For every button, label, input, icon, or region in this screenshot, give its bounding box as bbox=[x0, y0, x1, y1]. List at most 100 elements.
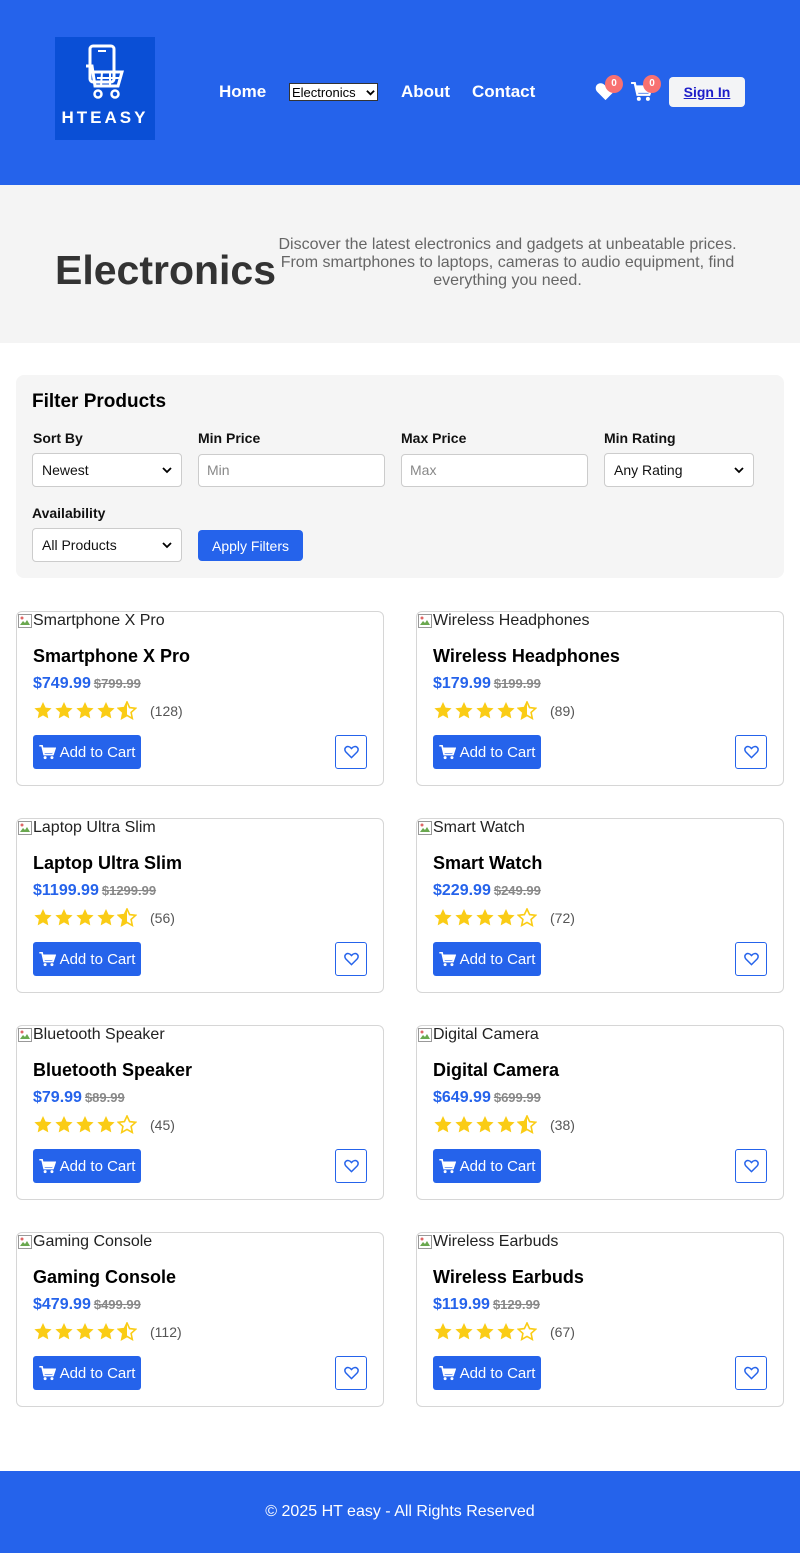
add-to-cart-label: Add to Cart bbox=[459, 950, 536, 968]
product-image-alt: Wireless Earbuds bbox=[433, 1233, 559, 1250]
product-price: $179.99 $199.99 bbox=[433, 675, 541, 693]
add-to-cart-button[interactable]: Add to Cart bbox=[33, 942, 141, 976]
product-title[interactable]: Laptop Ultra Slim bbox=[33, 853, 182, 874]
product-title[interactable]: Gaming Console bbox=[33, 1267, 176, 1288]
product-image-alt: Smartphone X Pro bbox=[33, 612, 165, 629]
star-icon bbox=[434, 702, 452, 719]
product-image[interactable]: Wireless Headphones bbox=[417, 612, 590, 630]
heart-outline-icon bbox=[343, 952, 359, 966]
add-to-wishlist-button[interactable] bbox=[735, 1149, 767, 1183]
star-icon bbox=[34, 909, 52, 926]
product-card[interactable]: Smart Watch Smart Watch $229.99 $249.99 (… bbox=[416, 818, 784, 993]
star-icon bbox=[34, 1323, 52, 1340]
add-to-cart-button[interactable]: Add to Cart bbox=[33, 1149, 141, 1183]
nav-about[interactable]: About bbox=[401, 82, 450, 102]
add-to-cart-button[interactable]: Add to Cart bbox=[433, 1149, 541, 1183]
nav-contact[interactable]: Contact bbox=[472, 82, 535, 102]
min-rating-label: Min Rating bbox=[604, 430, 676, 446]
add-to-cart-button[interactable]: Add to Cart bbox=[433, 942, 541, 976]
min-rating-select[interactable]: Any Rating bbox=[604, 453, 754, 487]
star-icon bbox=[434, 909, 452, 926]
wishlist-button[interactable]: 0 bbox=[595, 75, 623, 102]
product-image[interactable]: Smart Watch bbox=[417, 819, 525, 837]
broken-image-icon bbox=[418, 821, 432, 835]
shopping-phone-icon bbox=[86, 44, 124, 99]
product-card[interactable]: Bluetooth Speaker Bluetooth Speaker $79.… bbox=[16, 1025, 384, 1200]
add-to-wishlist-button[interactable] bbox=[735, 735, 767, 769]
star-icon bbox=[434, 1323, 452, 1340]
star-icon bbox=[455, 1323, 473, 1340]
star-icon bbox=[434, 1116, 452, 1133]
product-card[interactable]: Gaming Console Gaming Console $479.99 $49… bbox=[16, 1232, 384, 1407]
star-icon bbox=[34, 702, 52, 719]
site-footer: © 2025 HT easy - All Rights Reserved bbox=[0, 1471, 800, 1553]
nav-category-select[interactable]: Electronics bbox=[289, 83, 378, 101]
review-count: (67) bbox=[550, 1323, 575, 1340]
cart-count-badge: 0 bbox=[643, 75, 661, 93]
current-price: $749.99 bbox=[33, 675, 91, 692]
product-card[interactable]: Laptop Ultra Slim Laptop Ultra Slim $119… bbox=[16, 818, 384, 993]
product-title[interactable]: Digital Camera bbox=[433, 1060, 559, 1081]
original-price: $129.99 bbox=[492, 1297, 540, 1312]
product-title[interactable]: Wireless Earbuds bbox=[433, 1267, 584, 1288]
original-price: $89.99 bbox=[84, 1090, 125, 1105]
product-image-alt: Wireless Headphones bbox=[433, 612, 590, 629]
sign-in-button[interactable]: Sign In bbox=[669, 77, 745, 107]
product-image[interactable]: Smartphone X Pro bbox=[17, 612, 165, 630]
max-price-input[interactable]: Max bbox=[401, 454, 588, 487]
product-title[interactable]: Wireless Headphones bbox=[433, 646, 620, 667]
sort-label: Sort By bbox=[33, 430, 83, 446]
apply-filters-button[interactable]: Apply Filters bbox=[198, 530, 303, 561]
cart-icon bbox=[38, 744, 56, 759]
add-to-wishlist-button[interactable] bbox=[735, 942, 767, 976]
product-rating: (72) bbox=[433, 908, 575, 927]
product-image[interactable]: Laptop Ultra Slim bbox=[17, 819, 156, 837]
cart-icon bbox=[438, 1158, 456, 1173]
product-image[interactable]: Gaming Console bbox=[17, 1233, 152, 1251]
product-title[interactable]: Smart Watch bbox=[433, 853, 542, 874]
star-icon bbox=[497, 909, 515, 926]
product-price: $229.99 $249.99 bbox=[433, 882, 541, 900]
sort-select[interactable]: Newest bbox=[32, 453, 182, 487]
star-icon bbox=[97, 909, 115, 926]
star-icon bbox=[55, 1323, 73, 1340]
product-image[interactable]: Wireless Earbuds bbox=[417, 1233, 558, 1251]
chevron-down-icon bbox=[734, 467, 744, 474]
product-card[interactable]: Digital Camera Digital Camera $649.99 $69… bbox=[416, 1025, 784, 1200]
product-title[interactable]: Bluetooth Speaker bbox=[33, 1060, 192, 1081]
min-price-input[interactable]: Min bbox=[198, 454, 385, 487]
add-to-cart-button[interactable]: Add to Cart bbox=[433, 735, 541, 769]
nav-home[interactable]: Home bbox=[219, 82, 266, 102]
product-title[interactable]: Smartphone X Pro bbox=[33, 646, 190, 667]
review-count: (38) bbox=[550, 1116, 575, 1133]
availability-select[interactable]: All Products bbox=[32, 528, 182, 562]
star-icon bbox=[455, 702, 473, 719]
brand-logo[interactable]: HTEASY bbox=[55, 37, 155, 140]
add-to-cart-button[interactable]: Add to Cart bbox=[433, 1356, 541, 1390]
add-to-cart-button[interactable]: Add to Cart bbox=[33, 735, 141, 769]
star-icon bbox=[97, 1323, 115, 1340]
current-price: $119.99 bbox=[433, 1296, 490, 1313]
product-image-alt: Digital Camera bbox=[433, 1026, 539, 1043]
star-empty-icon bbox=[517, 908, 537, 927]
add-to-wishlist-button[interactable] bbox=[335, 1356, 367, 1390]
cart-icon bbox=[38, 1158, 56, 1173]
add-to-wishlist-button[interactable] bbox=[335, 735, 367, 769]
heart-outline-icon bbox=[743, 1366, 759, 1380]
add-to-wishlist-button[interactable] bbox=[335, 942, 367, 976]
star-icon bbox=[497, 702, 515, 719]
product-card[interactable]: Wireless Earbuds Wireless Earbuds $119.9… bbox=[416, 1232, 784, 1407]
current-price: $229.99 bbox=[433, 882, 491, 899]
add-to-wishlist-button[interactable] bbox=[335, 1149, 367, 1183]
chevron-down-icon bbox=[162, 542, 172, 549]
add-to-wishlist-button[interactable] bbox=[735, 1356, 767, 1390]
add-to-cart-button[interactable]: Add to Cart bbox=[33, 1356, 141, 1390]
current-price: $649.99 bbox=[433, 1089, 491, 1106]
product-image[interactable]: Bluetooth Speaker bbox=[17, 1026, 165, 1044]
product-card[interactable]: Smartphone X Pro Smartphone X Pro $749.9… bbox=[16, 611, 384, 786]
product-card[interactable]: Wireless Headphones Wireless Headphones … bbox=[416, 611, 784, 786]
heart-outline-icon bbox=[743, 1159, 759, 1173]
cart-button[interactable]: 0 bbox=[631, 75, 661, 102]
product-image[interactable]: Digital Camera bbox=[417, 1026, 539, 1044]
review-count: (89) bbox=[550, 702, 575, 719]
